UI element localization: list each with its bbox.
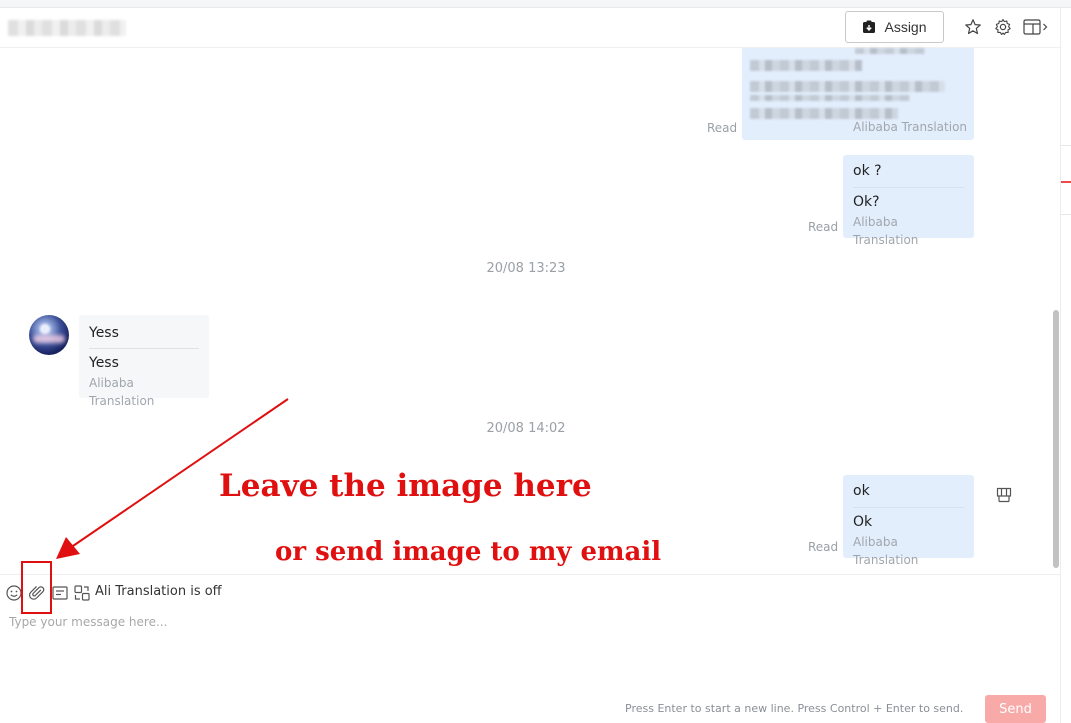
message-composer: Ali Translation is off Press Enter to st… [0,574,1060,723]
send-hint: Press Enter to start a new line. Press C… [625,702,964,715]
message-translated-text: Ok? [853,194,880,210]
contact-name-blurred [8,20,126,36]
contact-avatar[interactable] [29,315,69,355]
read-receipt: Read [808,220,839,234]
chat-header: Assign [0,8,1060,48]
message-translated-text: Ok [853,514,873,530]
message-original-text: Yess [89,315,199,349]
translation-source: Alibaba Translation [853,215,919,247]
message-bubble-outgoing: ok ? Ok? Alibaba Translation [843,155,974,247]
annotation-text: Leave the image here [219,468,592,504]
translation-source: Alibaba Translation [89,376,155,408]
translate-icon[interactable] [73,584,91,602]
quick-reply-template-icon[interactable] [995,486,1013,504]
message-original-text: ok ? [853,155,964,188]
translation-source: Alibaba Translation [853,535,919,567]
gear-icon[interactable] [994,18,1012,36]
message-bubble-blurred: Alibaba Translation [742,48,974,140]
assign-label: Assign [884,19,927,35]
star-icon[interactable] [964,18,982,36]
right-side-panel [1060,8,1071,723]
translation-source: Alibaba Translation [853,120,968,134]
message-bubble-incoming: Yess Yess Alibaba Translation [79,315,209,408]
message-timestamp: 20/08 13:23 [486,261,566,276]
panel-divider [1061,145,1071,146]
message-original-text: ok [853,475,964,508]
assign-button[interactable]: Assign [845,11,944,43]
blurred-text [750,81,945,92]
panel-toggle-icon[interactable] [1022,18,1050,36]
message-input[interactable] [0,613,1050,713]
assign-icon [863,20,876,33]
panel-divider [1061,214,1071,215]
message-translated-text: Yess [89,355,119,371]
send-button[interactable]: Send [985,695,1046,723]
panel-active-indicator [1061,181,1071,183]
message-bubble-outgoing: ok Ok Alibaba Translation [843,475,974,567]
blurred-text [750,95,910,101]
message-timestamp: 20/08 14:02 [486,421,566,436]
chat-scrollbar-thumb[interactable] [1053,310,1059,568]
read-receipt: Read [808,540,839,554]
annotation-highlight-box [21,561,52,614]
translation-toggle[interactable]: Ali Translation is off [95,583,222,601]
read-receipt: Read [707,121,738,135]
annotation-text: or send image to my email [275,537,662,567]
window-top-strip [0,0,1071,8]
blurred-text [750,60,862,71]
quick-reply-icon[interactable] [51,584,69,602]
blurred-text [855,48,925,54]
